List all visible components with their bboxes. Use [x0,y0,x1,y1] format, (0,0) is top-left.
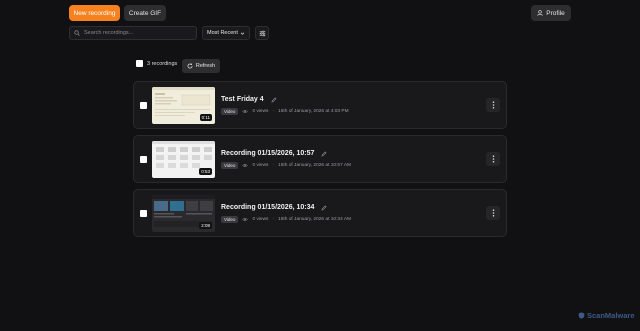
view-count: 0 views [252,217,269,222]
watermark: ScanMalware [578,311,635,320]
pencil-icon[interactable] [321,205,327,211]
meta-separator: · [272,217,275,222]
eye-icon [242,218,249,221]
sort-dropdown[interactable]: Most Recent [202,26,250,40]
more-options-button[interactable] [486,98,500,112]
recording-title[interactable]: Recording 01/15/2026, 10:34 [221,204,314,211]
recording-date: 15th of January, 2026 at 10:34 AM [278,217,352,222]
view-count: 0 views [252,109,269,114]
more-options-button[interactable] [486,152,500,166]
more-vertical-icon [492,101,494,109]
meta-separator: · [272,109,275,114]
duration-badge: 0:53 [199,168,212,175]
recording-checkbox[interactable] [140,210,147,217]
refresh-icon [187,63,193,69]
recordings-count: 3 recordings [147,60,178,67]
recording-thumbnail[interactable]: 0:53 [152,141,215,178]
recording-card[interactable]: 0:11 Test Friday 4 Video 0 views · 16th … [133,81,507,129]
chevron-down-icon [240,32,245,35]
pencil-icon[interactable] [271,97,277,103]
recording-card[interactable]: 2:08 Recording 01/15/2026, 10:34 Video 0… [133,189,507,237]
profile-label: Profile [546,9,565,17]
more-vertical-icon [492,155,494,163]
search-icon [74,30,80,36]
recording-card[interactable]: 0:53 Recording 01/15/2026, 10:57 Video 0… [133,135,507,183]
recording-thumbnail[interactable]: 0:11 [152,87,215,124]
scanmalware-logo-icon [578,312,585,319]
watermark-text: ScanMalware [587,311,635,320]
type-badge: Video [221,108,239,115]
pencil-icon[interactable] [321,151,327,157]
search-box[interactable] [69,26,197,40]
view-count: 0 views [252,163,269,168]
refresh-button[interactable]: Refresh [182,59,220,73]
recording-date: 15th of January, 2026 at 10:57 AM [278,163,352,168]
recording-checkbox[interactable] [140,102,147,109]
more-vertical-icon [492,209,494,217]
recording-date: 16th of January, 2026 at 4:03 PM [278,109,349,114]
new-recording-button[interactable]: New recording [69,5,120,21]
eye-icon [242,110,249,113]
recording-thumbnail[interactable]: 2:08 [152,195,215,232]
eye-icon [242,164,249,167]
recording-title[interactable]: Recording 01/15/2026, 10:57 [221,150,314,157]
type-badge: Video [221,162,239,169]
meta-separator: · [272,163,275,168]
profile-button[interactable]: Profile [531,5,571,21]
select-all-checkbox[interactable] [136,60,143,67]
sort-value: Most Recent [207,30,238,36]
recording-checkbox[interactable] [140,156,147,163]
create-gif-button[interactable]: Create GIF [124,5,166,21]
duration-badge: 2:08 [199,222,212,229]
filter-button[interactable] [255,26,269,40]
more-options-button[interactable] [486,206,500,220]
search-input[interactable] [84,30,194,36]
duration-badge: 0:11 [199,114,212,121]
user-icon [537,10,543,16]
type-badge: Video [221,216,239,223]
refresh-label: Refresh [195,63,216,69]
recording-title[interactable]: Test Friday 4 [221,96,264,103]
sliders-icon [259,30,265,36]
